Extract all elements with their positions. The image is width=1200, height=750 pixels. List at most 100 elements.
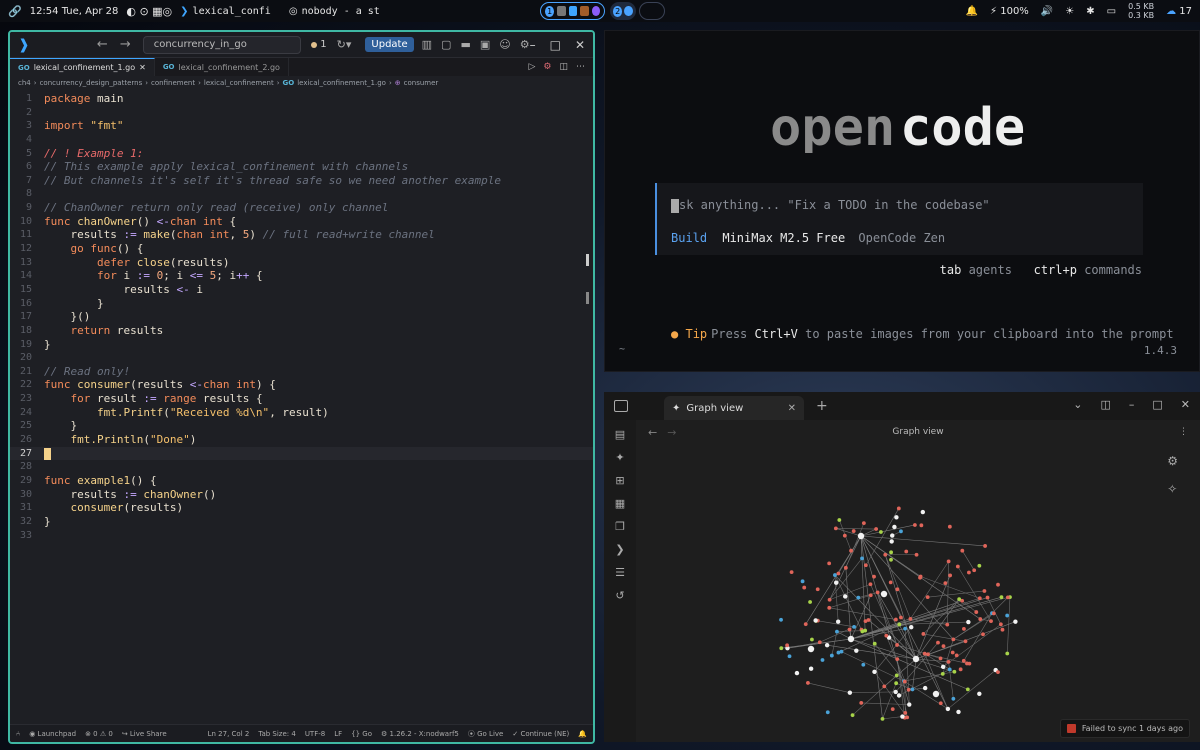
tab-lexical-confinement-1[interactable]: GO lexical_confinement_1.go ✕ [10,58,155,76]
graph-node[interactable] [833,573,837,577]
graph-node[interactable] [1013,619,1018,624]
graph-node[interactable] [880,716,885,721]
monitor-icon[interactable]: ▭ [1107,6,1116,17]
graph-node[interactable] [892,524,897,530]
graph-node[interactable] [903,710,908,715]
graph-node[interactable] [908,616,913,621]
graph-node[interactable] [943,581,948,586]
graph-node[interactable] [914,552,919,557]
graph-node[interactable] [897,622,902,627]
bell-icon[interactable]: 🔔 [966,6,978,17]
debug-icon[interactable]: ⚙ [543,62,551,72]
graph-node[interactable] [895,657,900,662]
graph-node[interactable] [947,524,952,529]
panel-toggle-icon[interactable]: ▬ [460,38,470,51]
update-button[interactable]: Update [365,37,414,52]
graph-node[interactable] [894,673,899,678]
forward-arrow-icon[interactable]: → [120,37,131,52]
more-options-icon[interactable]: ⋮ [1179,427,1188,437]
graph-node[interactable] [989,619,993,624]
cursor-position[interactable]: Ln 27, Col 2 [208,730,250,738]
graph-node[interactable] [863,619,868,624]
graph-node[interactable] [963,639,968,644]
graph-node[interactable] [829,653,834,658]
graph-node[interactable] [889,550,893,555]
graph-node[interactable] [817,640,822,645]
close-tab-icon[interactable]: ✕ [139,63,146,72]
graph-node[interactable] [883,552,888,557]
graph-hub-node[interactable] [932,690,940,698]
graph-node[interactable] [833,526,838,531]
graph-node[interactable] [850,713,855,718]
code-line[interactable]: 28 [10,460,593,474]
graph-node[interactable] [945,706,951,712]
workspace-1[interactable]: 1 [540,2,605,20]
graph-node[interactable] [893,617,898,622]
code-line[interactable]: 27 [10,446,593,461]
graph-node[interactable] [967,570,971,575]
volume-icon[interactable]: 🔊 [1041,6,1053,17]
graph-node[interactable] [882,684,887,689]
go-live[interactable]: ⦿ Go Live [468,729,503,739]
graph-node[interactable] [945,622,950,627]
graph-node[interactable] [960,548,965,553]
code-line[interactable]: 31 consumer(results) [10,501,593,515]
command-center-search[interactable]: concurrency_in_go [142,35,302,54]
code-line[interactable]: 24 fmt.Printf("Received %d\n", result) [10,406,593,420]
prompt-input[interactable]: sk anything... "Fix a TODO in the codeba… [671,198,990,213]
graph-node[interactable] [820,658,825,662]
graph-node[interactable] [905,715,910,720]
tab-graph-view[interactable]: ✦ Graph view ✕ [664,396,804,420]
model-selector[interactable]: Build MiniMax M2.5 Free OpenCode Zen [671,231,945,245]
history-icon[interactable]: ↺ [615,589,624,602]
graph-node[interactable] [899,529,903,534]
run-icon[interactable]: ▷ [528,62,535,72]
code-line[interactable]: 10 func chanOwner() <-chan int { [10,215,593,229]
graph-node[interactable] [1000,627,1005,632]
graph-node[interactable] [909,624,914,630]
changes-badge[interactable]: 1 [311,39,327,50]
graph-node[interactable] [966,619,971,625]
list-icon[interactable]: ☰ [615,566,625,579]
workspace-2[interactable]: 2 [610,2,636,20]
graph-node[interactable] [896,693,902,698]
graph-node[interactable] [859,701,864,705]
graph-node[interactable] [999,595,1004,600]
graph-canvas[interactable] [636,444,1200,742]
settings-icon[interactable]: ⚙ [520,38,530,51]
graph-node[interactable] [825,710,830,715]
eol[interactable]: LF [334,730,342,738]
code-line[interactable]: 3 import "fmt" [10,119,593,133]
graph-node[interactable] [996,670,1000,674]
maximize-button[interactable]: □ [1152,398,1162,411]
graph-node[interactable] [902,679,907,684]
graph-node[interactable] [802,585,807,590]
graph-node[interactable] [974,610,979,614]
graph-node[interactable] [894,515,899,520]
graph-node[interactable] [872,669,877,675]
graph-node[interactable] [978,617,983,621]
brightness-icon[interactable]: ☀ [1065,6,1074,17]
workspace-3[interactable] [639,2,665,20]
code-line[interactable]: 17 }() [10,310,593,324]
graph-node[interactable] [977,691,982,696]
graph-node[interactable] [895,587,900,592]
graph-node[interactable] [965,687,970,692]
taskbar-vscode[interactable]: ❯ lexical_confi [180,6,271,17]
problems-item[interactable]: ⊗ 0 ⚠ 0 [85,730,113,738]
graph-node[interactable] [998,622,1003,627]
graph-node[interactable] [894,681,899,686]
graph-node[interactable] [936,640,940,645]
graph-hub-node[interactable] [912,655,920,663]
graph-node[interactable] [861,521,866,526]
launcher-icon[interactable]: 🔗 [8,5,22,18]
graph-node[interactable] [962,626,966,631]
breadcrumb-item[interactable]: confinement [151,79,195,87]
close-button[interactable]: ✕ [1181,398,1190,411]
liveshare-item[interactable]: ↪ Live Share [122,730,167,738]
agent-mode[interactable]: Build [671,231,707,245]
graph-node[interactable] [835,629,839,634]
code-line[interactable]: 4 [10,133,593,147]
graph-node[interactable] [842,533,847,538]
right-sidebar-icon[interactable]: ◫ [1100,398,1110,411]
